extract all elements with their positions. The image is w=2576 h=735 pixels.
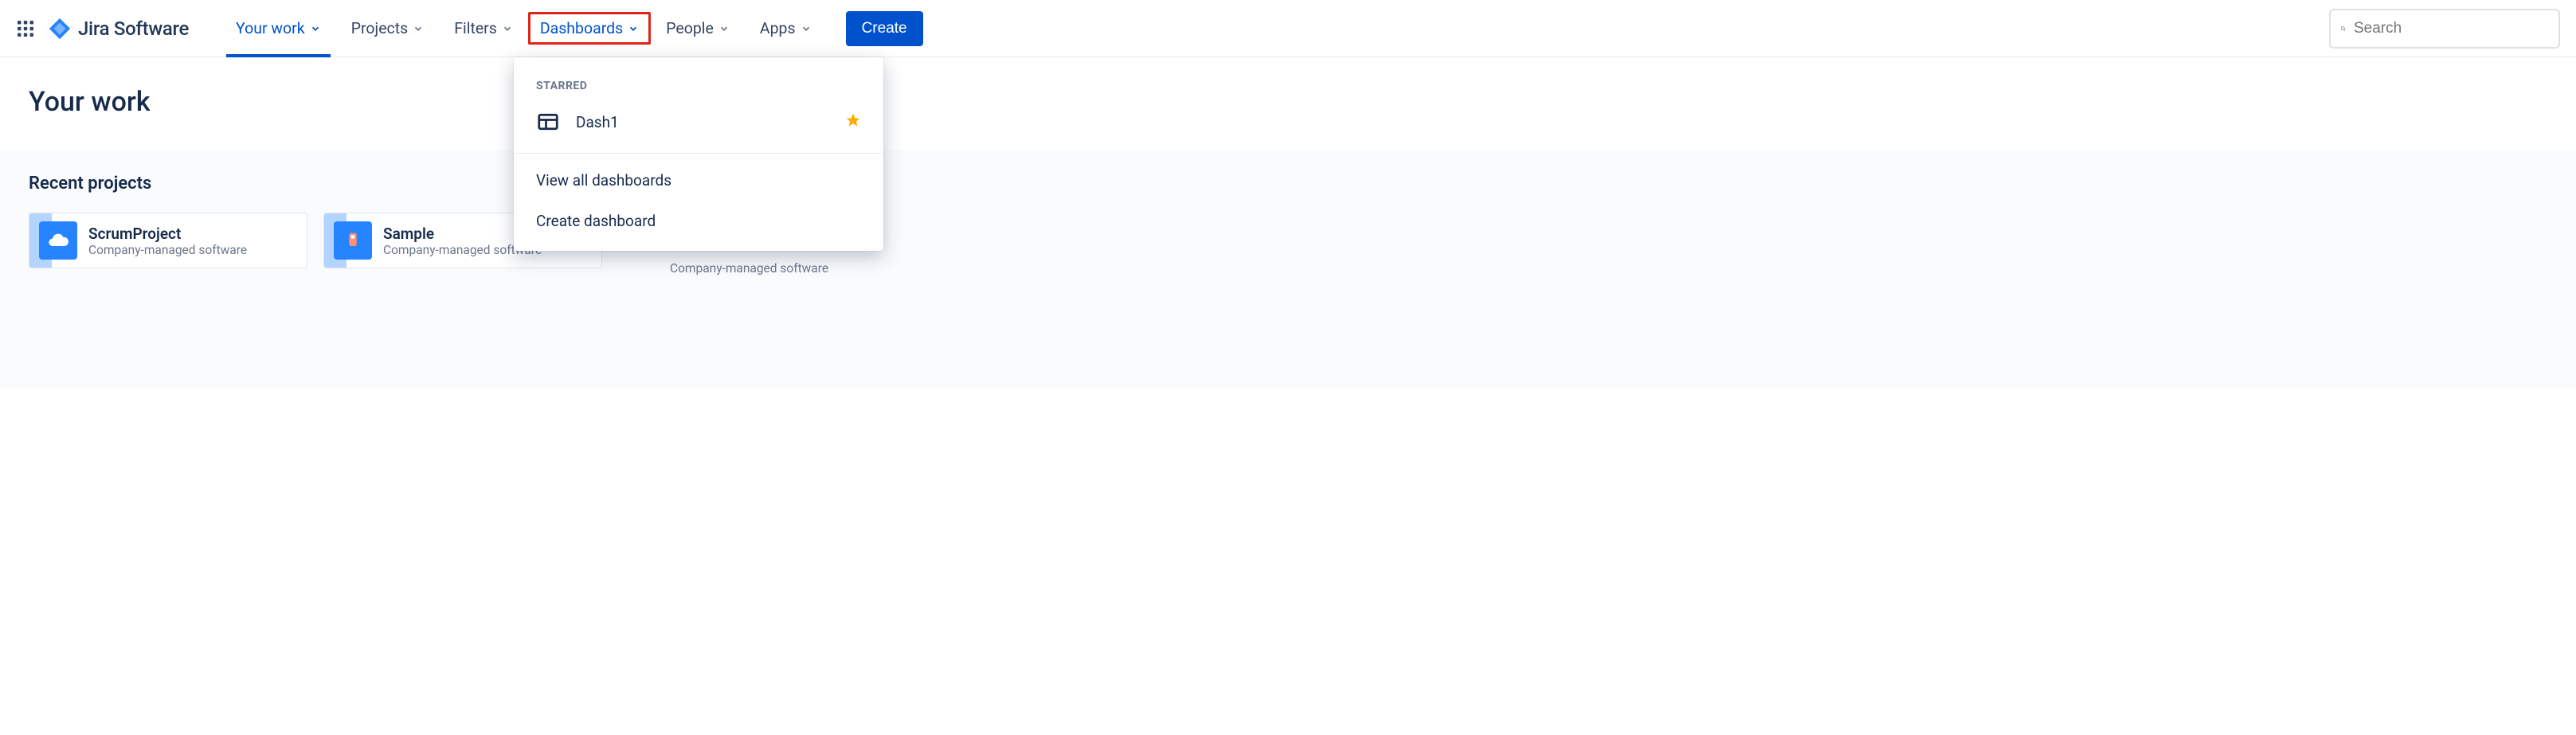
page-title: Your work <box>0 57 2576 150</box>
search-input[interactable] <box>2354 20 2549 37</box>
nav-projects[interactable]: Projects <box>336 0 440 57</box>
chevron-down-icon <box>310 23 321 34</box>
project-avatar <box>39 221 77 260</box>
nav-apps[interactable]: Apps <box>745 0 827 57</box>
top-nav: Jira Software Your work Projects Filters… <box>0 0 2576 57</box>
nav-label: Dashboards <box>540 19 623 37</box>
app-switcher-button[interactable] <box>10 13 41 45</box>
primary-nav: Your work Projects Filters Dashboards Pe… <box>221 0 923 57</box>
dropdown-create-dashboard[interactable]: Create dashboard <box>514 201 883 241</box>
divider <box>514 153 883 154</box>
dropdown-item-label: Dash1 <box>576 113 829 131</box>
dropdown-starred-header: STARRED <box>514 57 883 102</box>
search-box[interactable] <box>2329 9 2560 49</box>
nav-label: Projects <box>351 19 409 37</box>
jira-logo-icon <box>48 17 72 41</box>
nav-label: Filters <box>454 19 497 37</box>
app-switcher-icon <box>16 19 35 38</box>
project-name: ScrumProject <box>88 225 247 243</box>
search-icon <box>2340 21 2346 37</box>
nav-label: People <box>666 19 714 37</box>
nav-label: Your work <box>236 19 305 37</box>
project-avatar <box>334 221 372 260</box>
dashboards-dropdown: STARRED Dash1 View all dashboards Create… <box>514 57 883 251</box>
chevron-down-icon <box>628 23 639 34</box>
project-card[interactable]: ScrumProject Company-managed software <box>29 213 307 268</box>
star-icon[interactable] <box>845 112 861 131</box>
product-logo[interactable]: Jira Software <box>48 17 189 41</box>
nav-people[interactable]: People <box>651 0 745 57</box>
nav-filters[interactable]: Filters <box>439 0 528 57</box>
create-button[interactable]: Create <box>846 11 923 46</box>
chevron-down-icon <box>502 23 513 34</box>
nav-your-work[interactable]: Your work <box>221 0 336 57</box>
chevron-down-icon <box>413 23 424 34</box>
dashboard-icon <box>536 110 560 134</box>
your-work-content: Recent projects ScrumProject Company-man… <box>0 150 2576 389</box>
cloud-icon <box>47 229 69 252</box>
recent-projects-heading: Recent projects <box>29 174 2547 194</box>
dropdown-item-dash1[interactable]: Dash1 <box>514 102 883 142</box>
chevron-down-icon <box>801 23 812 34</box>
nav-dashboards[interactable]: Dashboards <box>528 12 651 45</box>
dropdown-view-all[interactable]: View all dashboards <box>514 160 883 201</box>
obscured-project-description: Company-managed software <box>670 261 828 276</box>
rocket-icon <box>342 229 364 252</box>
project-description: Company-managed software <box>88 243 247 257</box>
chevron-down-icon <box>718 23 730 34</box>
nav-label: Apps <box>760 19 796 37</box>
recent-projects-list: ScrumProject Company-managed software Sa… <box>29 213 2547 268</box>
product-name: Jira Software <box>78 18 189 40</box>
